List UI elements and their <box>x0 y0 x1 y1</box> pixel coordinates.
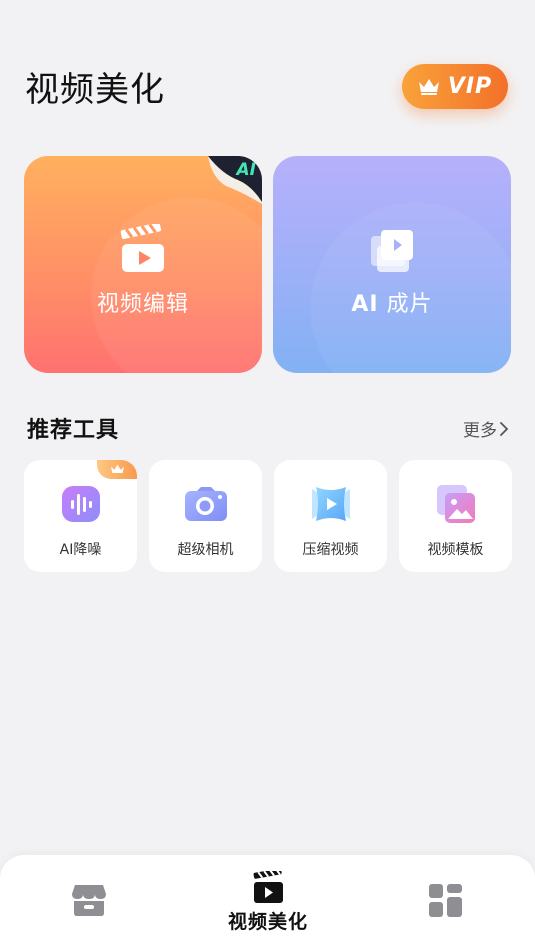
template-image-icon <box>436 485 475 523</box>
section-title: 推荐工具 <box>27 418 120 443</box>
tool-super-camera[interactable]: 超级相机 <box>149 460 262 572</box>
nav-item-video-beautify[interactable]: 视频美化 <box>218 855 318 951</box>
page-title: 视频美化 <box>25 70 165 110</box>
tool-badge <box>97 460 137 479</box>
audio-wave-icon <box>61 486 100 522</box>
tool-compress-video[interactable]: 压缩视频 <box>274 460 387 572</box>
compress-video-icon <box>311 487 350 521</box>
bottom-nav: 视频美化 <box>0 855 535 951</box>
crown-icon <box>418 79 439 95</box>
chevron-right-icon <box>500 421 509 436</box>
ai-film-label-rest: 成片 <box>378 291 433 317</box>
tool-label: 超级相机 <box>177 542 234 558</box>
tool-label: 视频模板 <box>427 542 484 558</box>
vip-label: VIP <box>447 74 493 99</box>
nav-label-video-beautify: 视频美化 <box>227 911 308 933</box>
store-icon <box>72 885 106 916</box>
camera-icon <box>184 487 227 521</box>
page: 视频美化 VIP AI 视频编辑 AI 成片 推荐工具 更多 AI降噪 超级相机… <box>0 0 535 951</box>
tool-label: AI降噪 <box>59 542 102 558</box>
more-label: 更多 <box>463 421 497 441</box>
vip-button[interactable]: VIP <box>402 64 508 109</box>
nav-item-apps[interactable] <box>428 855 462 951</box>
ai-film-label-ai: AI <box>351 291 379 317</box>
ai-badge-label: AI <box>236 160 256 180</box>
clapperboard-icon <box>253 871 283 903</box>
crown-icon <box>110 464 124 474</box>
video-edit-label: 视频编辑 <box>96 291 189 317</box>
video-edit-card[interactable]: AI 视频编辑 <box>24 156 262 373</box>
more-link[interactable]: 更多 <box>463 416 509 441</box>
clapperboard-icon <box>120 223 164 272</box>
ai-film-label: AI 成片 <box>351 286 432 318</box>
grid-apps-icon <box>428 884 462 917</box>
ai-film-card[interactable]: AI 成片 <box>273 156 511 373</box>
nav-item-store[interactable] <box>70 855 108 951</box>
tool-label: 压缩视频 <box>302 542 359 558</box>
tools-grid: AI降噪 超级相机 压缩视频 视频模板 <box>24 460 512 572</box>
video-stack-icon <box>371 229 413 272</box>
tool-ai-denoise[interactable]: AI降噪 <box>24 460 137 572</box>
tool-video-template[interactable]: 视频模板 <box>399 460 512 572</box>
